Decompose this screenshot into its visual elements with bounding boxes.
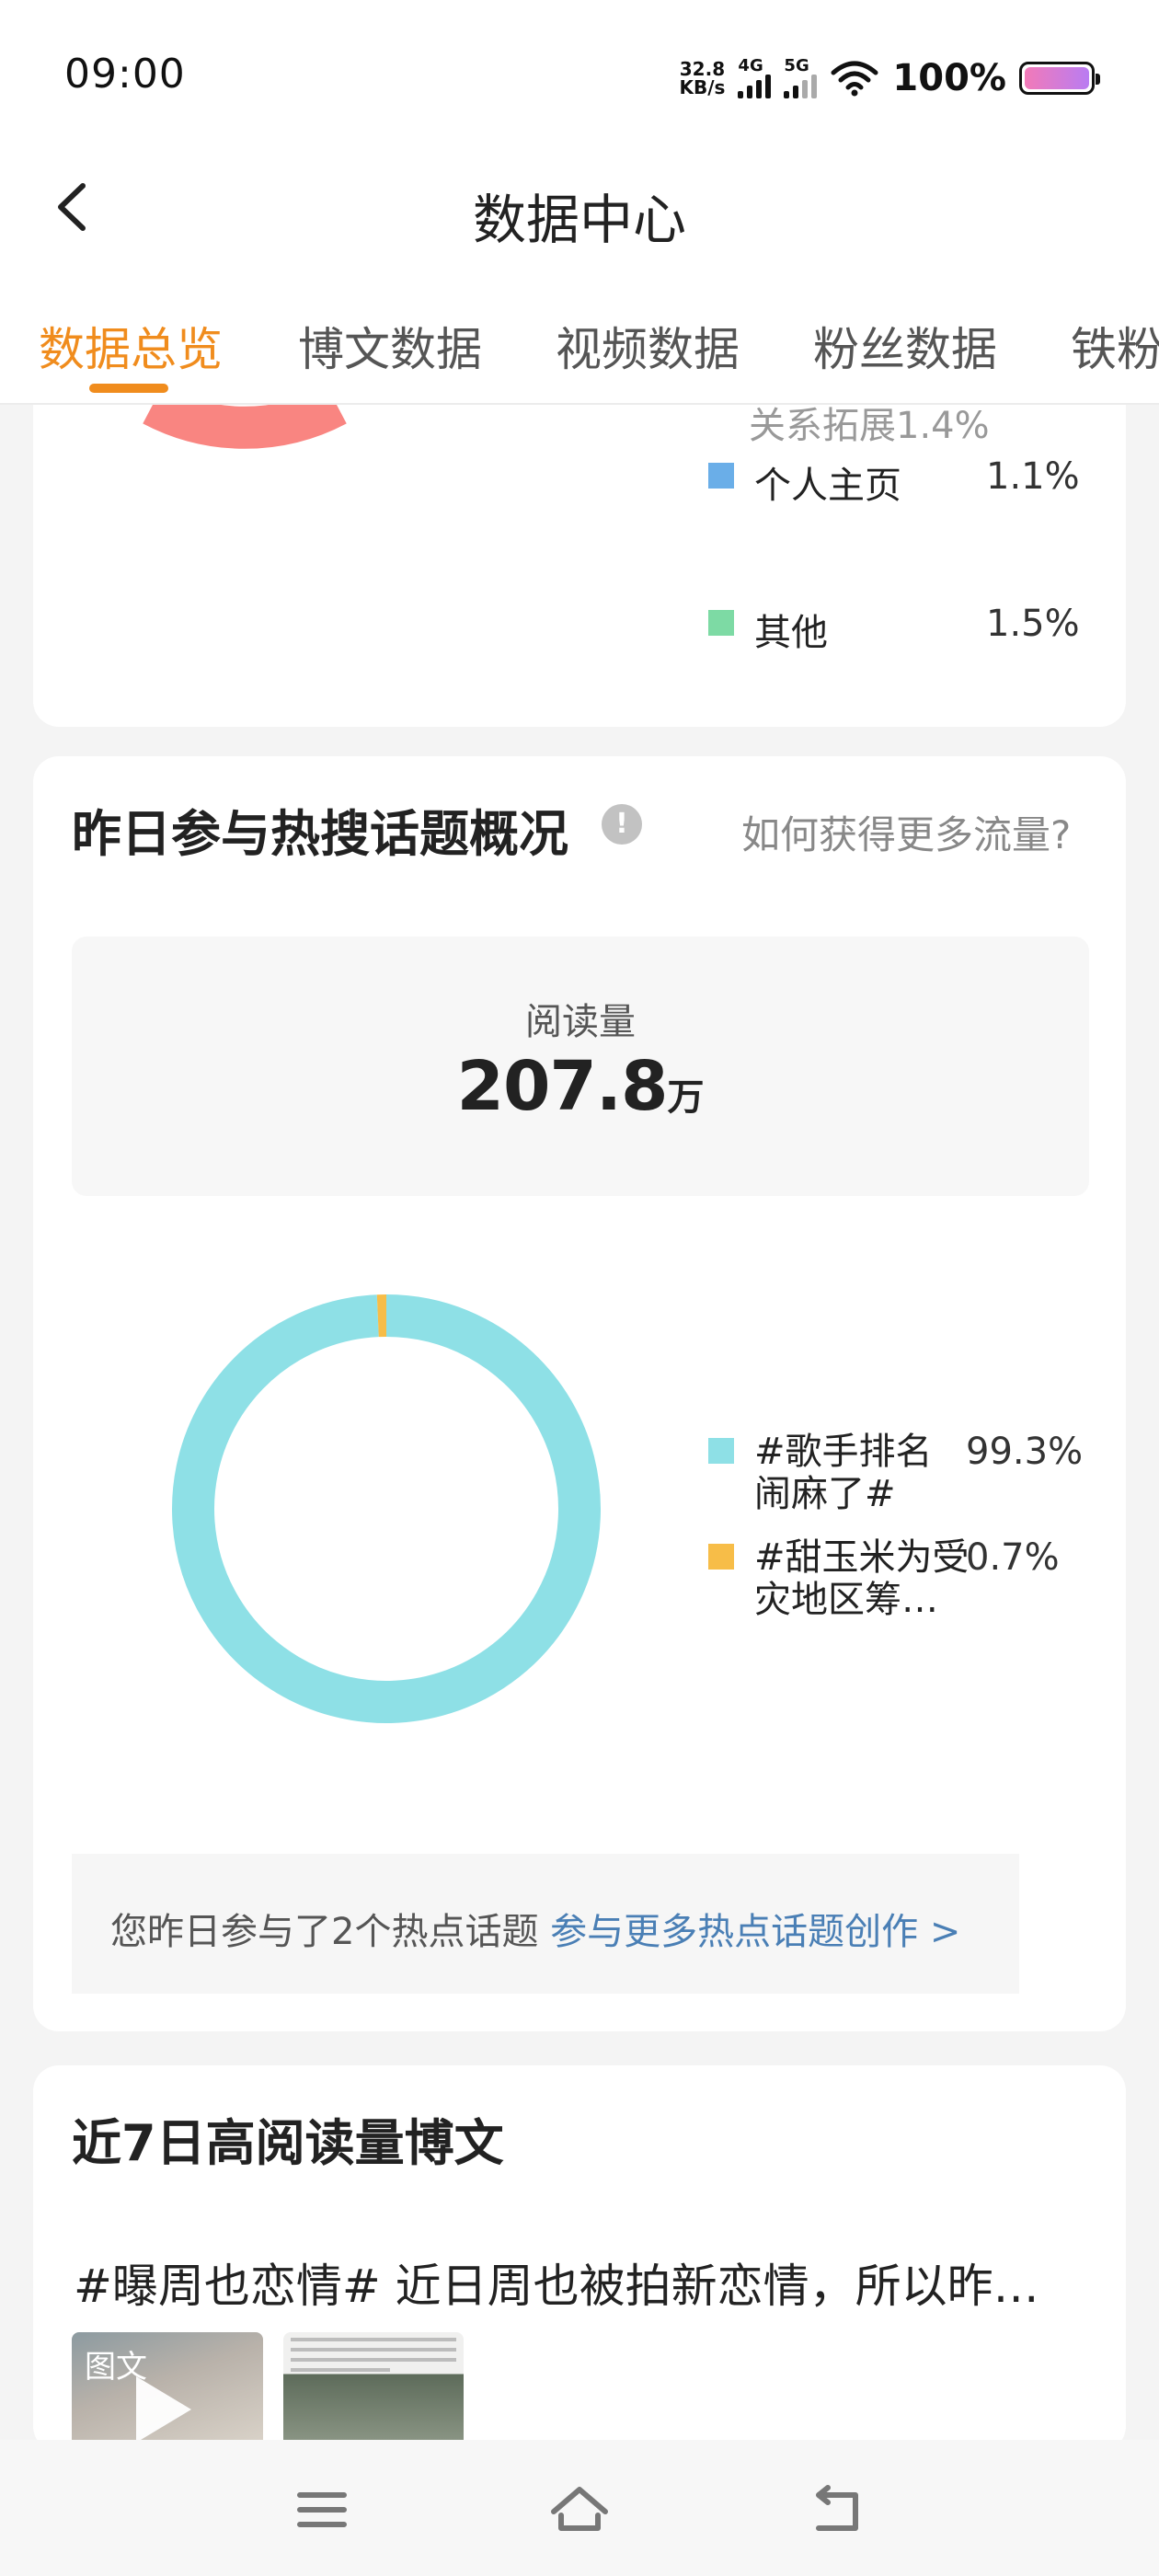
legend-swatch — [708, 610, 734, 636]
active-tab-indicator — [89, 384, 168, 393]
traffic-ring-segment — [143, 385, 347, 449]
legend-label: 其他 — [754, 612, 828, 654]
post-thumbnail[interactable] — [283, 2332, 464, 2443]
hot-topics-title: 昨日参与热搜话题概况 — [72, 805, 568, 863]
legend-label: #歌手排名 闹麻了# — [754, 1431, 933, 1515]
network-speed-unit: KB/s — [679, 76, 726, 98]
donut-slice-1 — [172, 1294, 601, 1723]
thumb-text-lines — [291, 2338, 456, 2378]
play-icon — [136, 2376, 191, 2443]
topic-summary: 您昨日参与了2个热点话题 参与更多热点话题创作 > — [110, 1902, 960, 1955]
more-traffic-link[interactable]: 如何获得更多流量? — [741, 804, 1071, 860]
legend-pct: 1.5% — [986, 603, 1080, 645]
legend-label: #甜玉米为受 灾地区筹… — [754, 1536, 970, 1621]
legend-swatch — [708, 1544, 734, 1570]
read-count-value: 207.8万 — [72, 1047, 1089, 1126]
tab-overview[interactable]: 数据总览 — [39, 313, 223, 379]
legend-item-topic-1: #歌手排名 闹麻了# — [708, 1431, 933, 1515]
topic-summary-box: 您昨日参与了2个热点话题 参与更多热点话题创作 > — [72, 1854, 1019, 1994]
tab-post-data[interactable]: 博文数据 — [298, 313, 482, 379]
legend-swatch — [708, 1438, 734, 1464]
legend-pct: 99.3% — [966, 1431, 1084, 1473]
legend-item-topic-2: #甜玉米为受 灾地区筹… — [708, 1536, 970, 1621]
sim1-label: 4G — [738, 56, 763, 75]
tab-video-data[interactable]: 视频数据 — [556, 313, 740, 379]
tab-fans-data[interactable]: 粉丝数据 — [813, 313, 997, 379]
battery-icon — [1019, 62, 1100, 95]
legend-item-other: 其他 — [708, 603, 828, 656]
system-nav-bar — [0, 2440, 1159, 2576]
legend-label-line2: 灾地区筹… — [754, 1579, 938, 1621]
topic-summary-text: 您昨日参与了2个热点话题 — [110, 1911, 551, 1953]
menu-icon[interactable] — [285, 2473, 359, 2547]
hot-topics-donut-chart — [172, 1294, 601, 1723]
legend-label-line1: #甜玉米为受 — [754, 1536, 970, 1579]
legend-swatch — [708, 463, 734, 489]
sim2-label: 5G — [784, 56, 809, 75]
info-icon[interactable]: ! — [602, 804, 642, 845]
status-time: 09:00 — [64, 51, 186, 98]
sim1-signal-icon: 4G — [738, 56, 772, 98]
read-count-unit: 万 — [667, 1076, 705, 1119]
read-count-label: 阅读量 — [525, 1001, 636, 1043]
legend-label-line2: 闹麻了# — [754, 1473, 896, 1515]
battery-percent: 100% — [892, 57, 1006, 99]
page-title: 数据中心 — [472, 189, 686, 251]
home-icon[interactable] — [543, 2473, 616, 2547]
network-speed: 32.8 KB/s — [679, 60, 725, 97]
more-topics-link[interactable]: 参与更多热点话题创作 > — [550, 1911, 960, 1953]
tab-iron-fans[interactable]: 铁粉 — [1071, 313, 1159, 379]
top-posts-title: 近7日高阅读量博文 — [72, 2114, 504, 2172]
sim2-signal-icon: 5G — [784, 56, 818, 98]
post-text[interactable]: #曝周也恋情# 近日周也被拍新恋情，所以昨… — [74, 2249, 1039, 2316]
post-thumbnail[interactable]: 图文 — [72, 2332, 263, 2443]
status-indicators: 32.8 KB/s 4G 5G 100% — [679, 51, 1100, 106]
status-bar: 09:00 32.8 KB/s 4G 5G 100% — [0, 0, 1159, 156]
legend-label: 个人主页 — [754, 465, 901, 507]
legend-label-line1: #歌手排名 — [754, 1431, 933, 1473]
network-speed-value: 32.8 — [679, 58, 726, 80]
wifi-icon — [831, 61, 878, 97]
app-header: 数据中心 — [0, 156, 1159, 258]
read-count-number: 207.8 — [456, 1047, 668, 1126]
legend-pct: 1.1% — [986, 455, 1080, 498]
legend-item-homepage: 个人主页 — [708, 455, 901, 509]
legend-pct: 0.7% — [966, 1536, 1060, 1579]
back-icon[interactable] — [800, 2473, 874, 2547]
read-count-box: 阅读量 207.8万 — [72, 937, 1089, 1196]
tab-bar: 数据总览 博文数据 视频数据 粉丝数据 铁粉 — [0, 258, 1159, 405]
